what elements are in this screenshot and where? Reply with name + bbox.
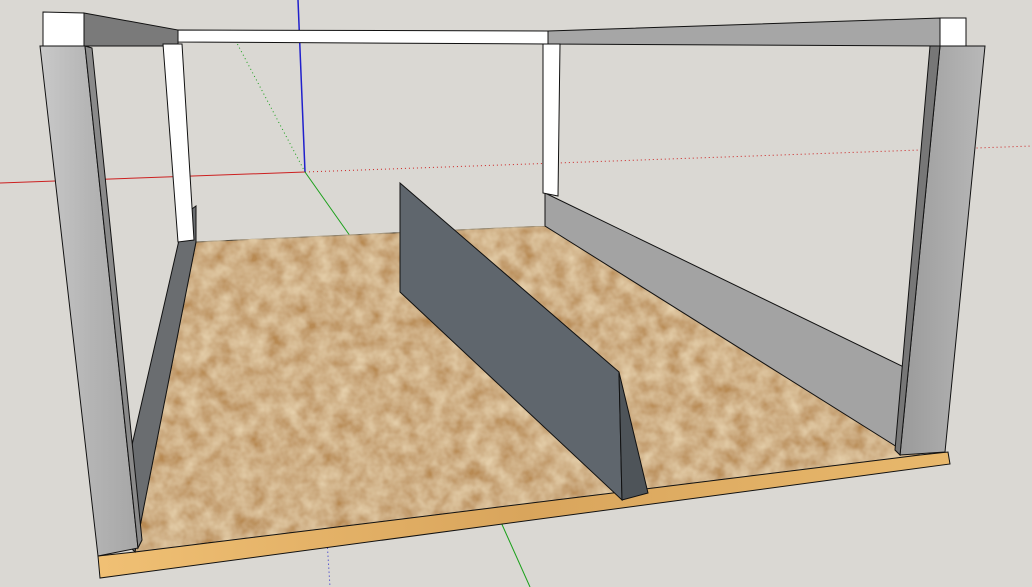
- inner-left-post[interactable]: [162, 43, 195, 243]
- blue-axis: [297, 0, 306, 173]
- green-axis-front: [499, 519, 531, 587]
- left-post-cap: [42, 11, 85, 47]
- scene-canvas[interactable]: [0, 0, 1032, 587]
- red-axis: [0, 171, 306, 184]
- back-beam[interactable]: [42, 11, 967, 47]
- green-axis-dotted: [229, 29, 306, 173]
- 3d-viewport[interactable]: [0, 0, 1032, 587]
- right-post-cap: [939, 17, 967, 47]
- back-beam-top-left: [83, 12, 179, 47]
- inner-right-post[interactable]: [542, 43, 561, 197]
- back-beam-front-face: [177, 29, 549, 45]
- left-front-post[interactable]: [39, 45, 139, 557]
- back-beam-right-segment: [547, 17, 941, 47]
